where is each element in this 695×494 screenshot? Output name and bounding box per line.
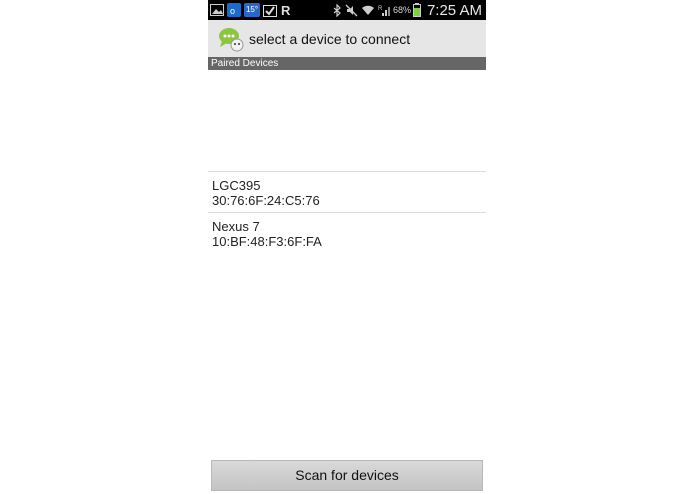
- wifi-icon: [361, 4, 375, 16]
- outlook-icon: o: [227, 3, 241, 17]
- battery-icon: [412, 3, 421, 17]
- scan-button[interactable]: Scan for devices: [211, 460, 483, 491]
- device-name: LGC395: [212, 178, 261, 193]
- screen: o 15° R R 68% 7:25 AM select a device to…: [208, 0, 486, 494]
- system-icons: R 68% 7:25 AM: [333, 0, 482, 20]
- bluetooth-icon: [333, 3, 342, 17]
- signal-icon: R: [378, 4, 390, 17]
- list-item[interactable]: Nexus 7 10:BF:48:F3:6F:FA: [208, 213, 486, 253]
- paired-devices-header: Paired Devices: [208, 57, 486, 70]
- page-title: select a device to connect: [249, 30, 411, 47]
- r-app-icon: R: [280, 3, 294, 17]
- task-icon: [263, 4, 277, 17]
- mute-icon: [345, 4, 358, 17]
- device-address: 30:76:6F:24:C5:76: [212, 193, 320, 208]
- svg-text:R: R: [281, 3, 291, 17]
- device-address: 10:BF:48:F3:6F:FA: [212, 234, 322, 249]
- clock: 7:25 AM: [426, 1, 482, 19]
- gallery-icon: [210, 4, 224, 16]
- svg-text:R: R: [378, 6, 383, 12]
- battery-percent: 68%: [392, 5, 411, 15]
- app-chat-icon: [218, 26, 244, 52]
- device-name: Nexus 7: [212, 219, 260, 234]
- status-bar: o 15° R R 68% 7:25 AM: [208, 0, 486, 20]
- title-bar: select a device to connect: [208, 20, 486, 57]
- list-item[interactable]: LGC395 30:76:6F:24:C5:76: [208, 172, 486, 212]
- weather-temperature: 15°: [244, 3, 260, 17]
- paired-device-list: LGC395 30:76:6F:24:C5:76 Nexus 7 10:BF:4…: [208, 171, 486, 253]
- svg-text:o: o: [230, 6, 235, 16]
- notification-icons: o 15° R: [210, 0, 297, 20]
